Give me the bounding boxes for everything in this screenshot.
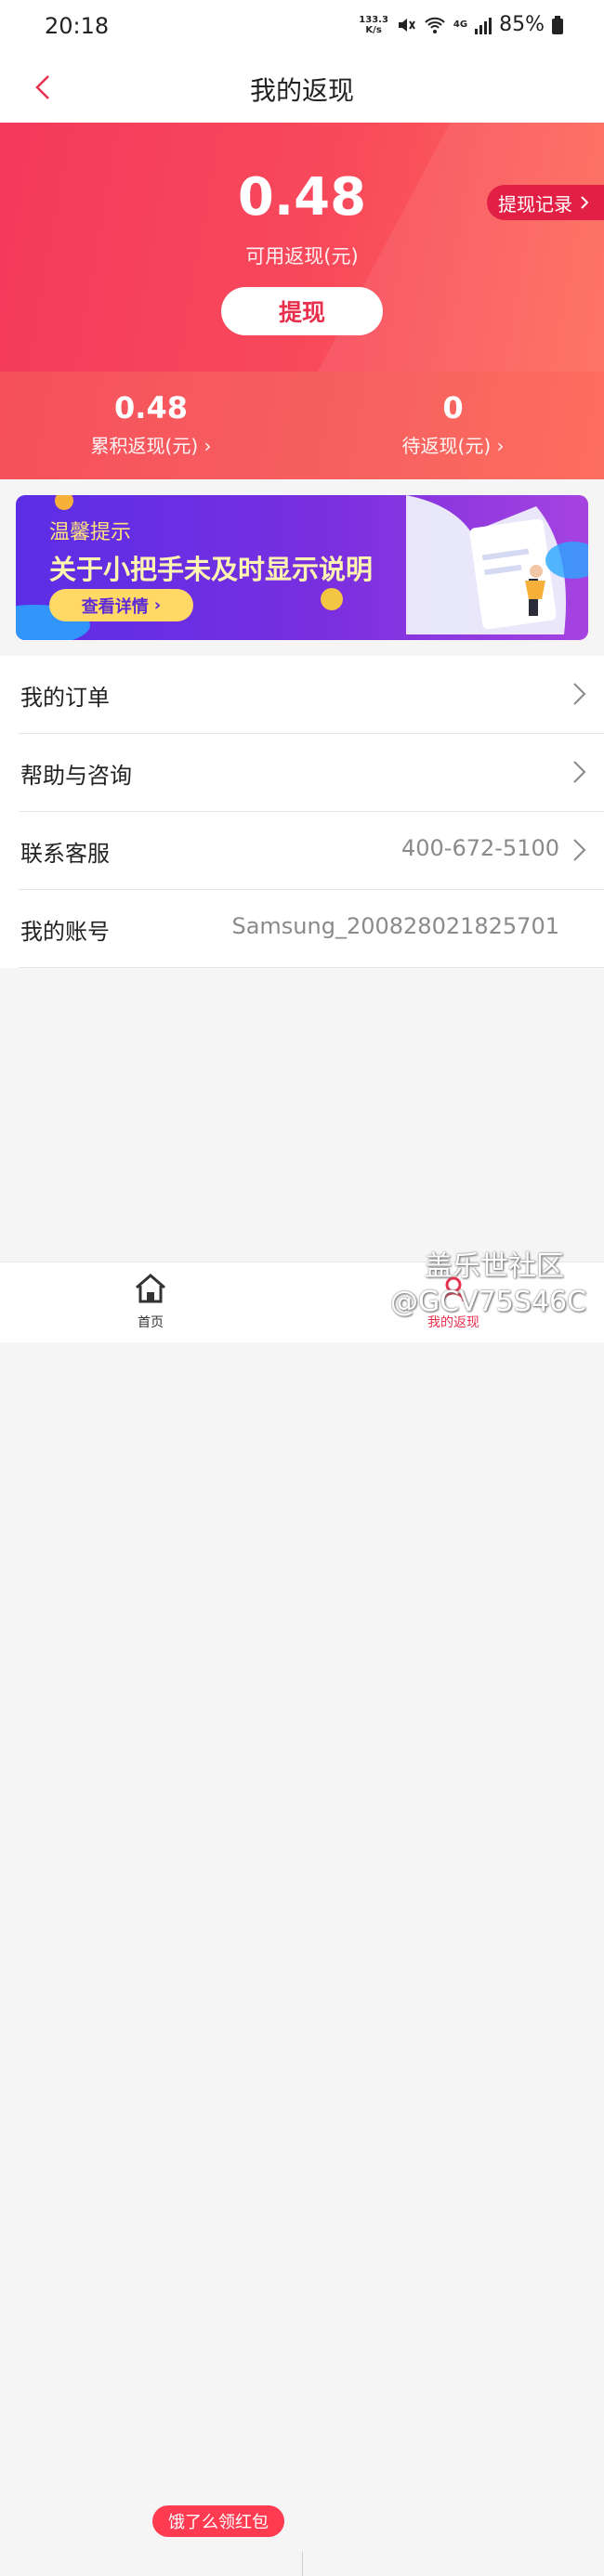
- menu-item-orders[interactable]: 我的订单: [19, 656, 604, 734]
- battery-icon: [552, 15, 563, 34]
- status-time: 20:18: [45, 13, 110, 39]
- cashback-summary: 0.48 可用返现(元) 提现 提现记录: [0, 123, 604, 372]
- menu-item-label: 我的订单: [20, 685, 110, 711]
- signal-icon: [475, 17, 492, 34]
- tab-home-label: 首页: [138, 1315, 164, 1330]
- cashback-stats: 0.48 累积返现(元) › 0 待返现(元) ›: [0, 372, 604, 479]
- available-amount-label: 可用返现(元): [245, 245, 359, 268]
- menu-item-label: 联系客服: [20, 841, 110, 867]
- menu-item-account: 我的账号 Samsung_200828021825701: [19, 890, 604, 968]
- account-id: Samsung_200828021825701: [231, 913, 559, 939]
- mute-icon: [398, 18, 415, 32]
- eleme-red-packet-badge[interactable]: 饿了么领红包: [152, 2505, 284, 2537]
- view-details-button[interactable]: 查看详情 ›: [49, 589, 193, 621]
- status-icons: 133.3 K/s 4G 85%: [359, 13, 563, 36]
- menu-item-help[interactable]: 帮助与咨询: [19, 734, 604, 812]
- menu-item-label: 我的账号: [20, 919, 110, 945]
- header-bar: 我的返现: [0, 54, 604, 123]
- banner-title: 温馨提示: [49, 521, 132, 544]
- pending-cashback-value: 0: [442, 390, 464, 425]
- menu-item-contact-support[interactable]: 联系客服 400-672-5100: [19, 812, 604, 890]
- support-phone: 400-672-5100: [400, 835, 559, 861]
- pending-cashback-stat[interactable]: 0 待返现(元) ›: [302, 390, 604, 458]
- withdraw-button[interactable]: 提现: [221, 287, 383, 335]
- tab-home[interactable]: 首页: [76, 1272, 225, 1331]
- network-type: 4G: [453, 20, 468, 30]
- status-bar: 20:18 133.3 K/s 4G 85%: [0, 0, 604, 54]
- wifi-icon: [425, 17, 445, 33]
- withdraw-records-label: 提现记录: [498, 192, 572, 216]
- network-speed-value: 133.3: [359, 14, 388, 25]
- total-cashback-value: 0.48: [114, 390, 188, 425]
- page-title: 我的返现: [249, 75, 354, 106]
- chevron-right-icon: [581, 196, 589, 209]
- chevron-right-icon: [573, 683, 586, 705]
- battery-percent: 85%: [499, 13, 545, 36]
- home-icon: [136, 1274, 165, 1303]
- chevron-right-icon: [573, 839, 586, 861]
- watermark-user-id: @GCV75S46C: [390, 1286, 587, 1318]
- pending-cashback-label: 待返现(元) ›: [401, 435, 505, 457]
- network-speed-unit: K/s: [365, 24, 382, 35]
- chevron-right-icon: ›: [153, 595, 162, 615]
- chevron-right-icon: [573, 761, 586, 783]
- banner-headline: 关于小把手未及时显示说明: [49, 554, 374, 585]
- total-cashback-label: 累积返现(元) ›: [90, 435, 212, 457]
- withdraw-records-button[interactable]: 提现记录: [487, 185, 604, 220]
- watermark-community: 盖乐世社区: [425, 1250, 564, 1283]
- notice-banner[interactable]: 温馨提示 关于小把手未及时显示说明 查看详情 ›: [16, 495, 588, 640]
- chevron-right-icon: ›: [496, 435, 505, 457]
- menu-item-label: 帮助与咨询: [20, 763, 132, 789]
- chevron-right-icon: ›: [204, 435, 212, 457]
- menu-list: 我的订单 帮助与咨询 联系客服 400-672-5100 我的账号 Samsun…: [0, 656, 604, 968]
- total-cashback-stat[interactable]: 0.48 累积返现(元) ›: [0, 390, 302, 458]
- network-speed: 133.3 K/s: [359, 15, 388, 35]
- view-details-label: 查看详情: [81, 596, 149, 617]
- tab-divider: [302, 2552, 303, 2576]
